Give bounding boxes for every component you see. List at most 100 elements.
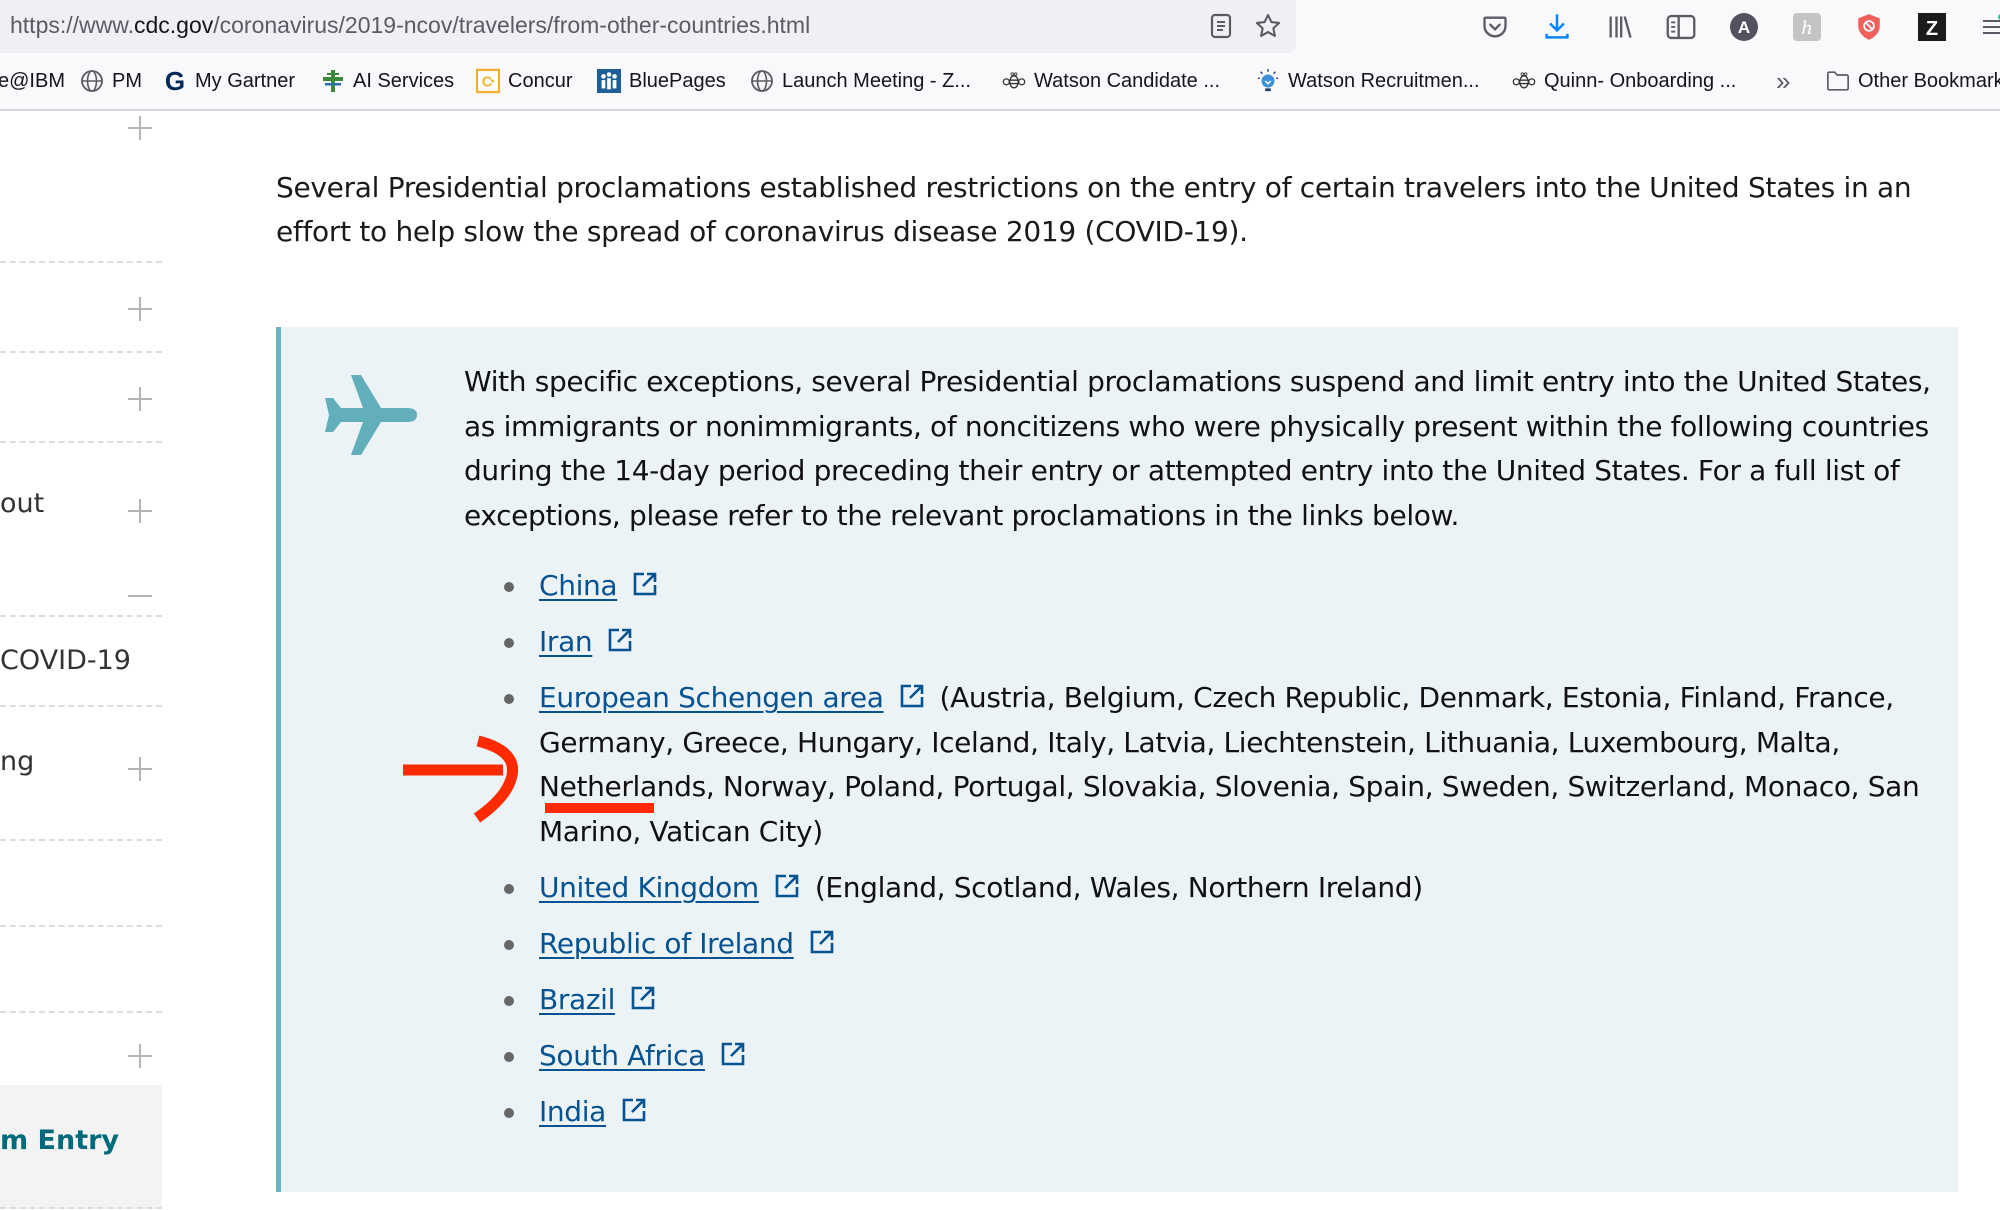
bookmark-label: Quinn- Onboarding ... — [1544, 69, 1737, 92]
list-item: China — [469, 564, 1939, 609]
sidebar-item[interactable] — [0, 111, 162, 263]
sidebar-item-active[interactable]: m Entry — [0, 1085, 162, 1209]
country-link-brazil[interactable]: Brazil — [539, 983, 615, 1016]
bookmark-item[interactable]: G My Gartner — [163, 53, 295, 109]
bee-icon — [1512, 69, 1536, 93]
bookmark-label: My Gartner — [195, 69, 296, 92]
country-list: China Iran European Schengen area (Austri… — [469, 564, 1939, 1146]
sidebar-item[interactable]: COVID-19 — [0, 617, 162, 707]
bullet — [504, 883, 514, 894]
globe-icon — [750, 69, 774, 93]
country-link-china[interactable]: China — [539, 569, 618, 602]
list-item: Brazil — [469, 978, 1939, 1023]
address-bar[interactable]: https://www.cdc.gov/coronavirus/2019-nco… — [0, 0, 1296, 53]
bookmark-label: Other Bookmarks — [1858, 69, 2000, 92]
external-link-icon[interactable] — [629, 984, 657, 1012]
list-item: European Schengen area (Austria, Belgium,… — [469, 676, 1939, 854]
bookmark-label: Watson Recruitmen... — [1288, 69, 1480, 92]
sidebar-item-label: COVID-19 — [0, 645, 131, 676]
sidebar-item[interactable]: ng — [0, 707, 162, 841]
pocket-icon[interactable] — [1478, 10, 1512, 44]
bookmark-item[interactable]: Quinn- Onboarding ... — [1512, 53, 1736, 109]
bookmark-item[interactable]: C Concur — [476, 53, 572, 109]
intro-paragraph: Several Presidential proclamations estab… — [276, 171, 1912, 248]
bookmark-label: BluePages — [629, 69, 726, 92]
lightbulb-icon — [1256, 69, 1280, 93]
bookmark-item[interactable]: PM — [80, 53, 142, 109]
expand-plus-icon[interactable] — [128, 387, 152, 411]
sidebar-item-label: ng — [0, 746, 35, 777]
adblock-shield-icon[interactable] — [1852, 10, 1886, 44]
list-item: United Kingdom (England, Scotland, Wales,… — [469, 866, 1939, 911]
bookmarks-toolbar: e@IBM PM G My Gartner AI Services C Conc… — [0, 53, 2000, 111]
external-link-icon[interactable] — [773, 872, 801, 900]
list-item: South Africa — [469, 1034, 1939, 1079]
globe-icon — [80, 69, 104, 93]
bookmarks-overflow-chevron-icon[interactable]: » — [1776, 53, 1790, 109]
ai-services-icon — [321, 69, 345, 93]
reader-view-icon[interactable] — [1206, 11, 1236, 41]
external-link-icon[interactable] — [808, 928, 836, 956]
expand-plus-icon[interactable] — [128, 297, 152, 321]
bookmark-folder-other[interactable]: Other Bookmarks — [1826, 53, 2000, 109]
external-link-icon[interactable] — [898, 682, 926, 710]
bookmark-label: Concur — [508, 69, 573, 92]
bookmark-label: PM — [112, 69, 142, 92]
svg-text:h: h — [1801, 18, 1813, 39]
sidebar-item[interactable] — [0, 841, 162, 927]
bluepages-icon — [597, 69, 621, 93]
bullet — [504, 1107, 514, 1118]
bookmark-item[interactable]: Watson Recruitmen... — [1256, 53, 1480, 109]
bullet — [504, 694, 514, 704]
sidebar-divider — [0, 443, 162, 617]
bullet — [504, 1051, 514, 1062]
bullet — [504, 995, 514, 1006]
country-link-ireland[interactable]: Republic of Ireland — [539, 927, 794, 960]
sidebar-item[interactable] — [0, 353, 162, 443]
external-link-icon[interactable] — [606, 626, 634, 654]
folder-icon — [1826, 69, 1850, 93]
menu-hamburger-icon[interactable] — [1976, 10, 2000, 44]
url-prefix: https://www. — [10, 12, 134, 38]
bookmark-item[interactable]: Launch Meeting - Z... — [750, 53, 971, 109]
list-item: Republic of Ireland — [469, 922, 1939, 967]
expand-plus-icon[interactable] — [128, 757, 152, 781]
account-a-icon[interactable]: A — [1727, 10, 1761, 44]
country-link-india[interactable]: India — [539, 1095, 606, 1128]
bookmark-item[interactable]: Watson Candidate ... — [1002, 53, 1220, 109]
country-link-uk[interactable]: United Kingdom — [539, 871, 759, 904]
bookmark-item[interactable]: e@IBM — [0, 53, 65, 109]
concur-icon: C — [476, 68, 500, 94]
expand-plus-icon[interactable] — [128, 1044, 152, 1068]
callout-paragraph: With specific exceptions, several Presid… — [464, 365, 1931, 532]
library-icon[interactable] — [1603, 10, 1637, 44]
zotero-z-icon[interactable]: Z — [1915, 10, 1949, 44]
bookmark-item[interactable]: AI Services — [321, 53, 454, 109]
bullet — [504, 939, 514, 950]
url-text[interactable]: https://www.cdc.gov/coronavirus/2019-nco… — [10, 12, 810, 39]
bookmark-star-icon[interactable] — [1253, 11, 1283, 41]
country-link-south-africa[interactable]: South Africa — [539, 1039, 705, 1072]
bookmark-label: Watson Candidate ... — [1034, 69, 1221, 92]
sidebar-icon[interactable] — [1664, 10, 1698, 44]
downloads-icon[interactable] — [1540, 10, 1574, 44]
expand-plus-icon[interactable] — [128, 116, 152, 140]
travel-restrictions-callout: With specific exceptions, several Presid… — [276, 327, 1958, 1192]
country-link-iran[interactable]: Iran — [539, 625, 593, 658]
external-link-icon[interactable] — [631, 570, 659, 598]
airplane-icon — [325, 375, 417, 455]
external-link-icon[interactable] — [620, 1096, 648, 1124]
url-path: /coronavirus/2019-ncov/travelers/from-ot… — [213, 12, 811, 38]
honey-extension-icon[interactable]: h — [1790, 10, 1824, 44]
overflow-label: » — [1776, 65, 1791, 96]
sidebar-item[interactable] — [0, 927, 162, 1013]
list-item: India — [469, 1090, 1939, 1135]
sidebar-item[interactable] — [0, 263, 162, 353]
gartner-g-icon: G — [164, 65, 186, 96]
uk-country-note: (England, Scotland, Wales, Northern Irel… — [814, 870, 1423, 904]
sidebar-item[interactable] — [0, 1013, 162, 1083]
sidebar-item-label: m Entry — [0, 1125, 120, 1156]
country-link-schengen[interactable]: European Schengen area — [539, 681, 884, 714]
external-link-icon[interactable] — [719, 1040, 747, 1068]
bookmark-item[interactable]: BluePages — [597, 53, 726, 109]
